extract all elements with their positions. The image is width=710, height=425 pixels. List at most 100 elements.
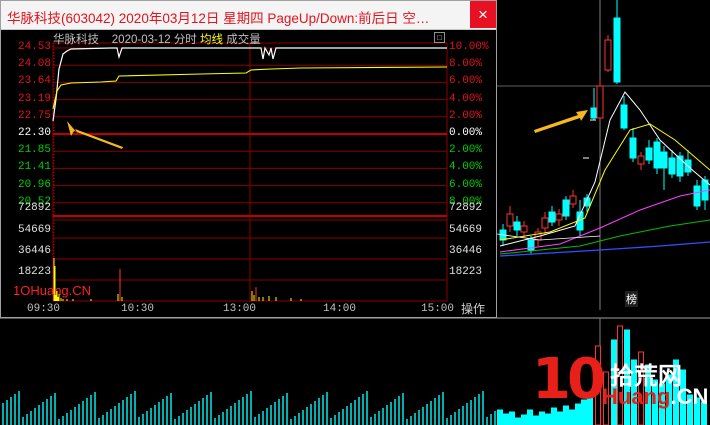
intraday-chart[interactable] <box>1 29 496 317</box>
header-volume-label: 成交量 <box>226 34 261 46</box>
volume-bar-bg <box>310 404 312 425</box>
volume-bar-bg <box>402 393 404 425</box>
volume-bar-bg <box>90 395 92 425</box>
volume-bar-bg <box>222 412 224 425</box>
volume-bar-bg <box>430 401 432 425</box>
volume-bar-bg <box>226 409 228 425</box>
watermark-en-b: .CN <box>670 384 709 409</box>
volume-bar-bg <box>422 407 424 425</box>
volume-bar-bg <box>178 416 180 425</box>
volume-bar-bg <box>486 417 488 425</box>
volume-bar-bg <box>330 418 332 425</box>
volume-bar-bg <box>262 411 264 425</box>
volume-bar-bg <box>503 413 509 425</box>
volume-bar-bg <box>454 412 456 425</box>
watermark-small: 1OHuang.CN <box>13 283 92 298</box>
volume-bar-bg <box>194 404 196 425</box>
volume-label: 36446 <box>17 245 51 257</box>
volume-bar-bg <box>202 398 204 425</box>
volume-bar-bg <box>114 406 116 425</box>
header-stock-name: 华脉科技 <box>53 34 99 46</box>
volume-bar-bg <box>158 402 160 425</box>
volume-bar-bg <box>434 398 436 425</box>
kline-tag-bang: 榜 <box>625 291 638 307</box>
volume-bar-bg <box>98 418 100 425</box>
popup-title: 华脉科技(603042) 2020年03月12日 星期四 PageUp/Down… <box>7 11 430 26</box>
volume-bar-bg <box>166 396 168 425</box>
candle-down <box>590 107 598 119</box>
time-label: 14:00 <box>323 303 357 315</box>
volume-bar-bg <box>118 403 120 425</box>
volume-bar-bg <box>490 414 492 425</box>
price-label-left: 23.64 <box>17 75 51 88</box>
volume-bar-bg <box>370 417 372 425</box>
volume-bar-bg <box>497 409 503 425</box>
volume-bar-bg <box>318 398 320 425</box>
volume-bar-bg <box>378 411 380 425</box>
volume-bar-bg <box>286 393 288 425</box>
volume-bar-bg <box>478 394 480 425</box>
candle-down <box>613 17 621 83</box>
volume-bar-bg <box>350 403 352 425</box>
volume-bar-bg <box>42 402 44 425</box>
volume-bar-bg <box>418 410 420 425</box>
volume-bar-bg <box>110 409 112 425</box>
volume-bar-bg <box>130 394 132 425</box>
volume-bar-bg <box>482 391 484 425</box>
popup-titlebar[interactable]: 华脉科技(603042) 2020年03月12日 星期四 PageUp/Down… <box>1 1 496 30</box>
volume-bar-bg <box>218 415 220 425</box>
volume-bar-bg <box>210 392 212 425</box>
volume-bar-bg <box>2 403 4 425</box>
volume-bar-bg <box>270 405 272 425</box>
watermark-logo: 10 拾荒网 Huang.CN <box>532 352 710 425</box>
volume-bar-bg <box>254 417 256 425</box>
volume-bar-bg <box>74 407 76 425</box>
volume-bar-bg <box>14 394 16 425</box>
volume-bar-bg <box>442 392 444 425</box>
watermark-en-name: Huang.CN <box>602 384 708 410</box>
volume-bar-bg <box>46 399 48 425</box>
price-label-left: 24.08 <box>17 58 51 71</box>
candle-down <box>645 147 653 161</box>
candle-down <box>653 141 661 169</box>
price-label-left: 23.19 <box>17 92 51 105</box>
volume-bar-bg <box>346 406 348 425</box>
close-button[interactable]: × <box>470 1 496 28</box>
price-label-left: 22.75 <box>17 109 51 122</box>
volume-bar-bg <box>258 414 260 425</box>
volume-bar-bg <box>78 404 80 425</box>
maximize-small-button[interactable]: □ <box>434 32 445 43</box>
volume-bar-bg <box>266 408 268 425</box>
volume-bar-bg <box>358 397 360 425</box>
volume-bar-bg <box>294 416 296 425</box>
candle-down <box>693 185 701 207</box>
price-label-left: 22.30 <box>17 127 51 139</box>
volume-bar-bg <box>186 410 188 425</box>
volume-bar-bg <box>246 394 248 425</box>
volume-bar-bg <box>282 396 284 425</box>
volume-bar-bg <box>458 409 460 425</box>
volume-bar-bg <box>94 392 96 425</box>
operate-button[interactable]: 操作 <box>453 301 493 317</box>
volume-bar-bg <box>450 415 452 425</box>
volume-bar-bg <box>462 406 464 425</box>
volume-label: 18223 <box>17 266 51 278</box>
volume-bar-bg <box>54 393 56 425</box>
pct-label-right: 2.00% <box>449 144 483 157</box>
volume-bar-bg <box>182 413 184 425</box>
header-date: 2020-03-12 <box>111 34 171 46</box>
volume-bar-bg <box>494 411 496 425</box>
candle-up <box>604 39 612 71</box>
intraday-popup-window[interactable]: 华脉科技(603042) 2020年03月12日 星期四 PageUp/Down… <box>0 0 497 318</box>
price-label-left: 24.53 <box>17 41 51 53</box>
volume-bar-bg <box>338 412 340 425</box>
candle-down <box>620 104 628 129</box>
volume-bar-bg <box>138 417 140 425</box>
candle-down <box>513 221 521 231</box>
volume-bar-bg <box>30 411 32 425</box>
volume-bar-bg <box>50 396 52 425</box>
volume-bar-bg <box>374 414 376 425</box>
ma-extra-line <box>496 233 601 241</box>
candle-down <box>660 151 668 169</box>
pct-label-right: 6.00% <box>449 75 483 88</box>
